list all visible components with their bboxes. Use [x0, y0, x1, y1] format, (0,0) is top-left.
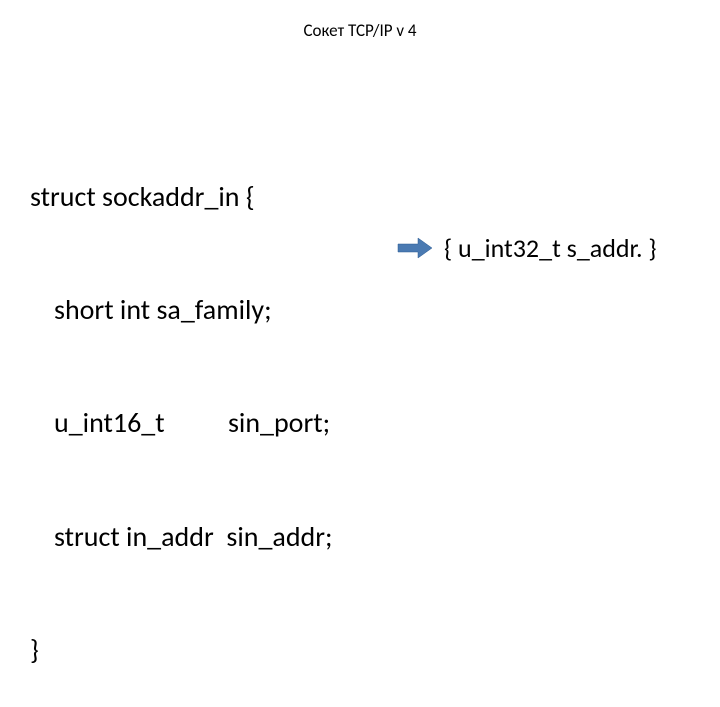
code-line-sa-family: short int sa_family;: [30, 291, 333, 329]
code-field-sin-port: sin_port;: [228, 405, 330, 440]
code-block: struct sockaddr_in { short int sa_family…: [30, 102, 333, 707]
code-line-struct-open: struct sockaddr_in {: [30, 178, 333, 216]
code-field-sin-addr: sin_addr;: [226, 519, 332, 554]
slide-title: Сокет TCP/IP v 4: [0, 20, 720, 41]
arrow-right-icon: [396, 236, 434, 260]
code-type-uint16: u_int16_t: [54, 405, 165, 440]
code-line-struct-close: }: [30, 631, 333, 669]
annotation-group: { u_int32_t s_addr. }: [396, 232, 657, 264]
annotation-text: { u_int32_t s_addr. }: [444, 232, 657, 264]
code-type-in-addr: struct in_addr: [54, 519, 214, 554]
code-line-sin-port: u_int16_t sin_port;: [30, 404, 333, 442]
code-line-sin-addr: struct in_addr sin_addr;: [30, 518, 333, 556]
